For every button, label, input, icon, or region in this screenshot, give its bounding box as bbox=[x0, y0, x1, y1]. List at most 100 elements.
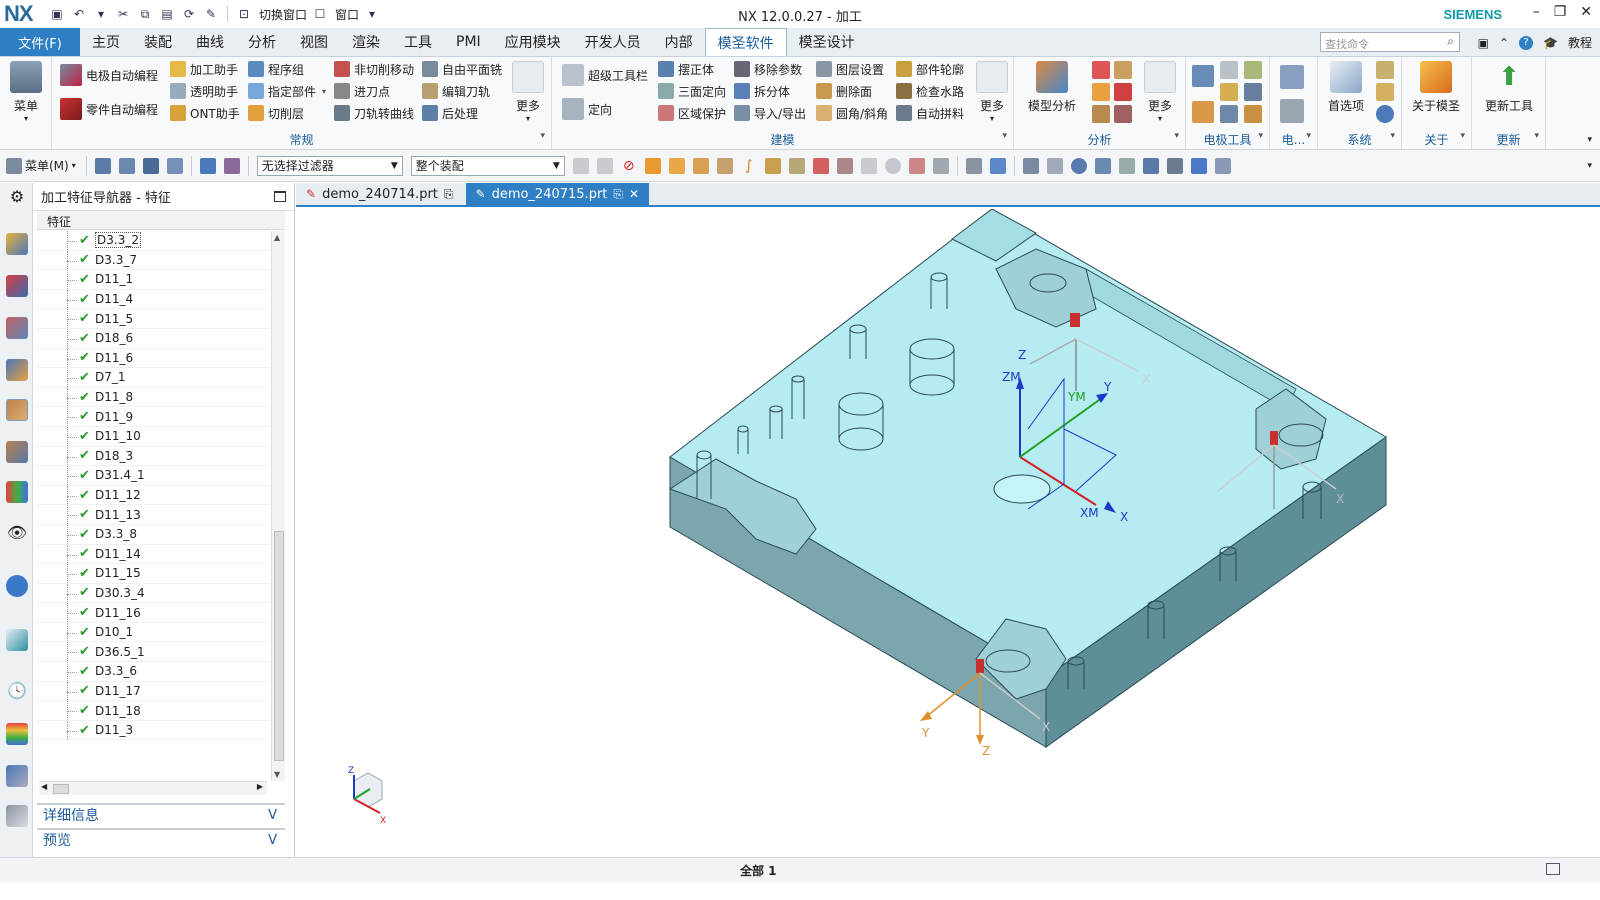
toolbar-options-icon[interactable]: ▾ bbox=[1587, 161, 1592, 171]
ont-assistant-button[interactable]: ONT助手 bbox=[170, 103, 240, 123]
electrode-stock-icon[interactable] bbox=[1192, 101, 1214, 123]
tree-row[interactable]: ✔ D10_1 bbox=[37, 622, 269, 643]
three-face-orient-button[interactable]: 三面定向 bbox=[658, 81, 726, 101]
electrode-create-icon[interactable] bbox=[1192, 65, 1214, 87]
help-circle-icon[interactable] bbox=[1376, 105, 1394, 123]
tree-row[interactable]: ✔ D3.3_6 bbox=[37, 662, 269, 682]
tutorial-label[interactable]: 教程 bbox=[1568, 34, 1592, 51]
column-header[interactable]: 特征 bbox=[37, 211, 285, 230]
snap-endpoint-icon[interactable] bbox=[812, 157, 829, 174]
analysis-more-button[interactable]: 更多 ▾ bbox=[1138, 61, 1182, 123]
snap-point-icon[interactable] bbox=[764, 157, 781, 174]
tab-curve[interactable]: 曲线 bbox=[184, 28, 236, 56]
main-menu-button[interactable]: 菜单(M) ▾ bbox=[0, 157, 82, 174]
part-auto-program-button[interactable]: 零件自动编程 bbox=[60, 98, 158, 120]
electrode-tool-icon-3[interactable] bbox=[1220, 105, 1238, 123]
tree-row[interactable]: ✔ D11_9 bbox=[37, 407, 269, 427]
chevron-down-icon[interactable]: ▾ bbox=[1174, 131, 1179, 141]
snap-dropdown-icon[interactable] bbox=[788, 157, 805, 174]
super-toolbar-button[interactable]: 超级工具栏 bbox=[562, 64, 648, 86]
command-search-input[interactable]: 查找命令 bbox=[1320, 32, 1460, 52]
gear-icon[interactable]: ⚙ bbox=[6, 187, 28, 209]
copy-icon[interactable]: ⧉ bbox=[136, 5, 154, 23]
close-button[interactable]: ✕ bbox=[1580, 4, 1592, 20]
feature-navigator-icon[interactable] bbox=[6, 399, 28, 421]
tree-row[interactable]: ✔ D11_12 bbox=[37, 485, 269, 506]
lock-icon[interactable] bbox=[1376, 83, 1394, 101]
maximize-icon[interactable] bbox=[274, 191, 286, 202]
snap-control-icon[interactable] bbox=[860, 157, 877, 174]
type-filter-dropdown[interactable]: 无选择过滤器 ▼ bbox=[256, 155, 403, 176]
scroll-thumb[interactable] bbox=[274, 531, 284, 761]
graph-tool-icon[interactable] bbox=[199, 157, 216, 174]
electrode-list-icon[interactable] bbox=[1280, 65, 1304, 89]
tab-view[interactable]: 视图 bbox=[288, 28, 340, 56]
pan-icon[interactable] bbox=[1094, 157, 1111, 174]
minimize-button[interactable]: – bbox=[1533, 4, 1540, 20]
selection-scope-dropdown[interactable]: 整个装配 ▼ bbox=[410, 155, 565, 176]
model-analysis-button[interactable]: 模型分析 bbox=[1022, 61, 1082, 114]
electrode-tool-icon-2[interactable] bbox=[1220, 83, 1238, 101]
chevron-down-icon[interactable]: ▾ bbox=[322, 87, 326, 96]
electrode-tool-icon-6[interactable] bbox=[1244, 105, 1262, 123]
tutorial-icon[interactable]: 🎓 bbox=[1543, 36, 1558, 50]
touch-mode-icon[interactable]: ✎ bbox=[202, 5, 220, 23]
tree-row[interactable]: ✔ D31.4_1 bbox=[37, 466, 269, 486]
tab-internal[interactable]: 内部 bbox=[653, 28, 705, 56]
tree-row[interactable]: ✔ D11_18 bbox=[37, 701, 269, 721]
update-tool-button[interactable]: ⬆ 更新工具 bbox=[1478, 61, 1540, 114]
scroll-up-icon[interactable]: ▲ bbox=[274, 233, 280, 242]
color-analysis-icon[interactable] bbox=[1092, 83, 1110, 101]
tab-mosheng-software[interactable]: 模圣软件 bbox=[704, 28, 787, 56]
snap-icon-2[interactable] bbox=[596, 157, 613, 174]
tree-row[interactable]: ✔ D11_13 bbox=[37, 505, 269, 525]
tab-developer[interactable]: 开发人员 bbox=[573, 28, 653, 56]
library-icon[interactable] bbox=[6, 481, 28, 503]
toolpath-to-curve-button[interactable]: 刀轨转曲线 bbox=[334, 103, 414, 123]
switch-window-button[interactable]: 切换窗口 bbox=[259, 6, 307, 23]
tab-home[interactable]: 主页 bbox=[80, 28, 132, 56]
cut-icon[interactable]: ✂ bbox=[114, 5, 132, 23]
perspective-icon[interactable] bbox=[1118, 157, 1135, 174]
remove-parameters-button[interactable]: 移除参数 bbox=[734, 59, 802, 79]
chevron-down-icon[interactable]: ▾ bbox=[1002, 131, 1007, 141]
snap-box-icon[interactable] bbox=[932, 157, 949, 174]
view-icon-1[interactable] bbox=[965, 157, 982, 174]
electrode-tool-icon-5[interactable] bbox=[1244, 83, 1262, 101]
electrode-tool-icon-4[interactable] bbox=[1244, 61, 1262, 79]
align-body-button[interactable]: 摆正体 bbox=[658, 59, 714, 79]
non-cutting-moves-button[interactable]: 非切削移动 bbox=[334, 59, 414, 79]
undo-dropdown-icon[interactable]: ▾ bbox=[92, 5, 110, 23]
tree-row[interactable]: ✔ D3.3_8 bbox=[37, 524, 269, 545]
scroll-thumb[interactable] bbox=[53, 784, 69, 794]
fillet-chamfer-button[interactable]: 圆角/斜角 bbox=[816, 103, 888, 123]
selection-tool-icon-4[interactable] bbox=[166, 157, 183, 174]
selection-tool-icon-1[interactable] bbox=[94, 157, 111, 174]
import-export-button[interactable]: 导入/导出 bbox=[734, 103, 806, 123]
tree-row[interactable]: ✔ D30.3_4 bbox=[37, 583, 269, 604]
chevron-down-icon[interactable]: ▾ bbox=[1258, 131, 1263, 141]
system-icon-1[interactable] bbox=[1376, 61, 1394, 79]
chevron-down-icon[interactable]: ▾ bbox=[540, 131, 545, 141]
scroll-left-icon[interactable]: ◀ bbox=[41, 782, 47, 791]
box-analysis-icon[interactable] bbox=[1092, 105, 1110, 123]
feature-icon-4[interactable] bbox=[716, 157, 733, 174]
ribbon-menu-button[interactable]: 菜单 ▾ bbox=[4, 61, 48, 123]
tree-row[interactable]: ✔ D11_6 bbox=[37, 348, 269, 369]
graphics-window[interactable]: Z ZM YM Y XM X X X Z Y X Z X bbox=[296, 209, 1600, 857]
measure-icon[interactable] bbox=[1114, 61, 1132, 79]
shaded-icon[interactable] bbox=[1190, 157, 1207, 174]
cut-levels-button[interactable]: 切削层 bbox=[248, 103, 304, 123]
chevron-down-icon[interactable]: ▾ bbox=[1306, 131, 1311, 141]
tree-row[interactable]: ✔ D11_3 bbox=[37, 720, 269, 741]
electrode-auto-program-button[interactable]: 电极自动编程 bbox=[60, 64, 158, 86]
chevron-down-icon[interactable]: ▾ bbox=[1460, 131, 1465, 141]
part-outline-button[interactable]: 部件轮廓 bbox=[896, 59, 964, 79]
feature-icon-1[interactable] bbox=[644, 157, 661, 174]
tree-row[interactable]: ✔ D11_10 bbox=[37, 426, 269, 447]
web-browser-icon[interactable] bbox=[6, 629, 28, 651]
tree-row[interactable]: ✔ D11_5 bbox=[37, 309, 269, 329]
normal-more-button[interactable]: 更多 ▾ bbox=[506, 61, 550, 123]
edit-toolpath-button[interactable]: 编辑刀轨 bbox=[422, 81, 490, 101]
split-body-button[interactable]: 拆分体 bbox=[734, 81, 790, 101]
